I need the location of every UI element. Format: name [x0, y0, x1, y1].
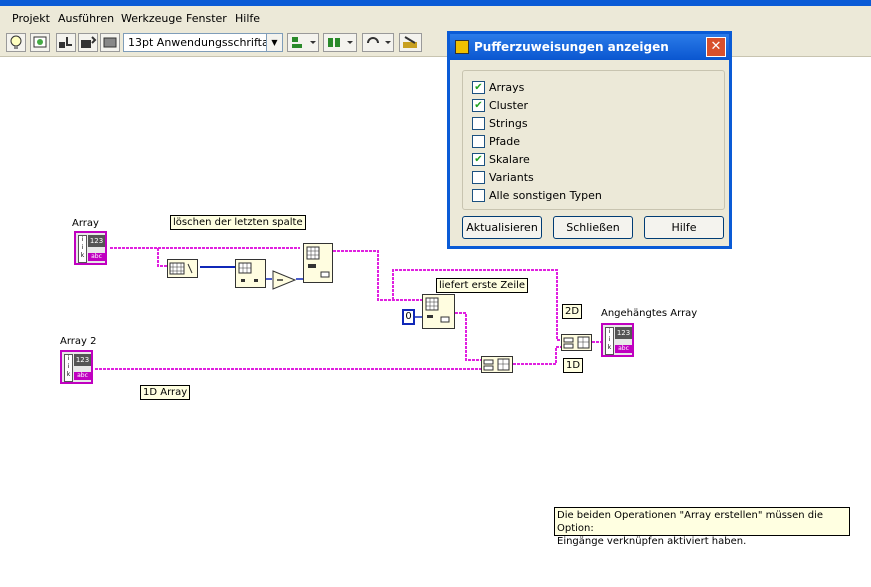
array-size-node[interactable] — [167, 259, 198, 278]
help-button[interactable]: Hilfe — [644, 216, 724, 239]
distribute-objects-icon[interactable] — [323, 33, 357, 52]
option-arrays-label: Arrays — [489, 81, 525, 94]
menu-bar: Projekt Ausführen Werkzeuge Fenster Hilf… — [0, 6, 871, 30]
step-into-icon[interactable] — [56, 33, 76, 52]
note-line-1: Die beiden Operationen "Array erstellen"… — [557, 510, 824, 534]
font-select-value: 13pt Anwendungsschriftart — [128, 36, 278, 49]
string-icon: abc — [615, 345, 632, 353]
numeric-icon: 123 — [615, 327, 632, 339]
index-icon: iik — [64, 354, 73, 382]
index-icon: iik — [78, 235, 87, 263]
retain-wire-values-icon[interactable] — [30, 33, 50, 52]
option-skalare-label: Skalare — [489, 153, 530, 166]
checkbox-skalare[interactable]: ✔ — [472, 153, 485, 166]
option-cluster-label: Cluster — [489, 99, 529, 112]
step-over-icon[interactable] — [78, 33, 98, 52]
close-button[interactable]: Schließen — [553, 216, 633, 239]
buffer-allocations-dialog: Pufferzuweisungen anzeigen ✕ ✔ Arrays ✔ Cl… — [447, 31, 732, 249]
result-indicator-terminal[interactable]: iik 123 abc — [601, 323, 634, 357]
cleanup-diagram-icon[interactable] — [399, 33, 422, 52]
decrement-node[interactable] — [272, 270, 297, 290]
highlight-execution-icon[interactable] — [6, 33, 26, 52]
note-line-2: Eingänge verknüpfen aktiviert haben. — [557, 536, 747, 547]
dialog-titlebar[interactable]: Pufferzuweisungen anzeigen ✕ — [450, 34, 729, 60]
reorder-icon[interactable] — [362, 33, 394, 52]
checkbox-pfade[interactable] — [472, 135, 485, 148]
free-label-2d[interactable]: 2D — [562, 304, 583, 319]
option-strings-label: Strings — [489, 117, 528, 130]
option-other-types-label: Alle sonstigen Typen — [489, 189, 602, 202]
menu-werkzeuge[interactable]: Werkzeuge — [121, 12, 182, 25]
numeric-icon: 123 — [88, 235, 105, 247]
checkbox-cluster[interactable]: ✔ — [472, 99, 485, 112]
delete-from-array-node[interactable] — [303, 243, 333, 283]
array2-control-terminal[interactable]: iik 123 abc — [60, 350, 93, 384]
string-icon: abc — [74, 372, 91, 380]
checkbox-strings[interactable] — [472, 117, 485, 130]
toolbar: 13pt Anwendungsschriftart ▼ — [0, 30, 871, 57]
chevron-down-icon[interactable]: ▼ — [266, 34, 282, 51]
close-icon[interactable]: ✕ — [706, 37, 726, 57]
labview-icon — [455, 40, 469, 54]
menu-hilfe[interactable]: Hilfe — [235, 12, 260, 25]
free-label-delete-last-column[interactable]: löschen der letzten spalte — [170, 215, 306, 230]
menu-ausfuehren[interactable]: Ausführen — [58, 12, 114, 25]
abort-icon[interactable] — [100, 33, 120, 52]
array-label: Array — [72, 218, 99, 229]
array2-label: Array 2 — [60, 336, 97, 347]
checkbox-arrays[interactable]: ✔ — [472, 81, 485, 94]
string-icon: abc — [88, 253, 105, 261]
option-variants-label: Variants — [489, 171, 534, 184]
menu-fenster[interactable]: Fenster — [186, 12, 227, 25]
refresh-button[interactable]: Aktualisieren — [462, 216, 542, 239]
checkbox-other-types[interactable] — [472, 189, 485, 202]
free-label-1d-array[interactable]: 1D Array — [140, 385, 191, 400]
index-icon: iik — [605, 327, 614, 355]
option-pfade-label: Pfade — [489, 135, 520, 148]
comment-note[interactable]: Die beiden Operationen "Array erstellen"… — [554, 507, 850, 547]
array-control-terminal[interactable]: iik 123 abc — [74, 231, 107, 265]
numeric-icon: 123 — [74, 354, 91, 366]
index-array-node[interactable] — [235, 259, 266, 288]
free-label-first-row[interactable]: liefert erste Zeile — [436, 278, 529, 293]
build-array-1d-node[interactable] — [481, 356, 513, 373]
result-label: Angehängtes Array — [601, 308, 698, 319]
type-options-group: ✔ Arrays ✔ Cluster Strings Pfade ✔ Skalare … — [462, 70, 725, 210]
zero-constant[interactable]: 0 — [402, 309, 415, 325]
checkbox-variants[interactable] — [472, 171, 485, 184]
index-array-first-row-node[interactable] — [422, 294, 455, 329]
font-select[interactable]: 13pt Anwendungsschriftart ▼ — [123, 33, 283, 52]
align-objects-icon[interactable] — [287, 33, 319, 52]
build-array-2d-node[interactable] — [561, 334, 592, 351]
free-label-1d[interactable]: 1D — [563, 358, 584, 373]
menu-projekt[interactable]: Projekt — [12, 12, 50, 25]
dialog-title: Pufferzuweisungen anzeigen — [474, 40, 669, 54]
